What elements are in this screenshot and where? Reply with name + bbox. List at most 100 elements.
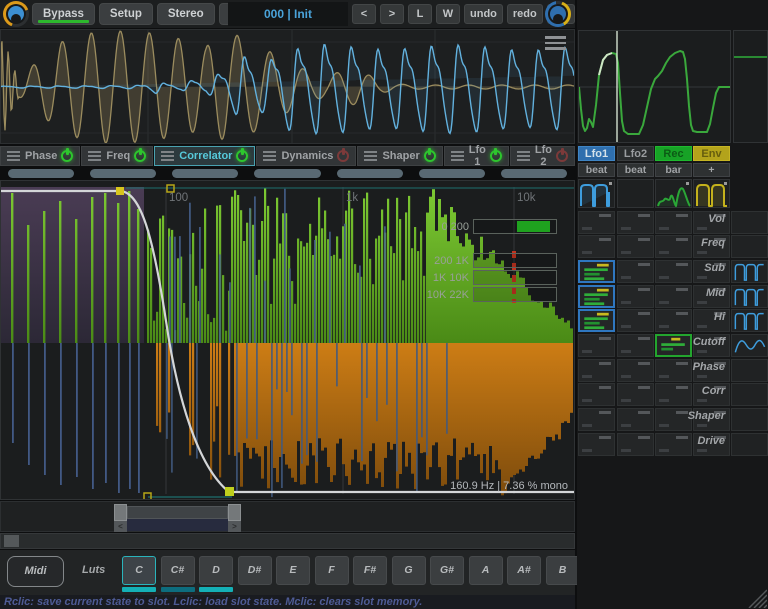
curve-handle-bottom[interactable] bbox=[225, 487, 234, 496]
sync-button-env[interactable]: + bbox=[693, 163, 730, 177]
module-slider[interactable] bbox=[337, 169, 403, 178]
midi-button[interactable]: Midi bbox=[7, 556, 64, 587]
matrix-cell-sub-0[interactable] bbox=[578, 260, 615, 283]
key-a[interactable]: A bbox=[469, 556, 503, 585]
sync-button-rec[interactable]: bar bbox=[655, 163, 692, 177]
source-tab-env[interactable]: Env bbox=[693, 146, 730, 161]
module-menu-icon[interactable] bbox=[451, 149, 464, 163]
nav-button-next[interactable]: > bbox=[380, 4, 404, 24]
module-tab-shaper[interactable]: Shaper bbox=[357, 146, 442, 166]
band-meter-box[interactable] bbox=[473, 219, 557, 234]
module-slider[interactable] bbox=[501, 169, 567, 178]
module-tab-freq[interactable]: Freq bbox=[81, 146, 153, 166]
matrix-cell-cutoff-1[interactable] bbox=[617, 334, 654, 357]
module-tab-correlator[interactable]: Correlator bbox=[154, 146, 255, 166]
preset-display[interactable]: 000 | Init bbox=[228, 2, 348, 26]
key-ds[interactable]: D# bbox=[238, 556, 272, 585]
power-icon[interactable] bbox=[424, 150, 436, 162]
luts-button[interactable]: Luts bbox=[82, 564, 112, 576]
lfo1-curve-display[interactable] bbox=[578, 30, 731, 143]
matrix-cell-mid-0[interactable] bbox=[578, 285, 615, 308]
matrix-cell-shaper-1[interactable] bbox=[617, 408, 654, 431]
matrix-cell-shaper-0[interactable] bbox=[578, 408, 615, 431]
matrix-cell-freq-3[interactable]: Freq bbox=[693, 235, 730, 258]
key-c[interactable]: C bbox=[122, 556, 156, 585]
header-button-setup[interactable]: Setup bbox=[99, 3, 153, 25]
module-menu-icon[interactable] bbox=[263, 149, 276, 163]
module-menu-icon[interactable] bbox=[517, 149, 530, 163]
matrix-cell-freq-1[interactable] bbox=[617, 235, 654, 258]
horizontal-scrollbar[interactable] bbox=[0, 533, 575, 549]
sync-button-lfo1[interactable]: beat bbox=[578, 163, 615, 177]
matrix-cell-mid-1[interactable] bbox=[617, 285, 654, 308]
key-fs[interactable]: F# bbox=[353, 556, 387, 585]
key-gs[interactable]: G# bbox=[430, 556, 464, 585]
source-thumb-env[interactable] bbox=[693, 179, 730, 208]
matrix-cell-vol-3[interactable]: Vol bbox=[693, 211, 730, 234]
matrix-cell-phase-2[interactable] bbox=[655, 359, 692, 382]
module-tab-lfo2[interactable]: Lfo 2 bbox=[510, 146, 575, 166]
band-meter-box[interactable] bbox=[473, 287, 557, 302]
matrix-cell-freq-2[interactable] bbox=[655, 235, 692, 258]
matrix-cell-cutoff-3[interactable]: Cutoff bbox=[693, 334, 730, 357]
matrix-cell-hi-3[interactable]: Hi bbox=[693, 309, 730, 332]
key-b[interactable]: B bbox=[546, 556, 580, 585]
matrix-cell-corr-1[interactable] bbox=[617, 383, 654, 406]
matrix-cell-hi-0[interactable] bbox=[578, 309, 615, 332]
module-tab-phase[interactable]: Phase bbox=[0, 146, 80, 166]
guide-handle-bottom[interactable] bbox=[144, 493, 151, 499]
curve-handle-top[interactable] bbox=[116, 187, 124, 195]
power-icon[interactable] bbox=[337, 150, 349, 162]
nav-button-undo[interactable]: undo bbox=[464, 4, 503, 24]
module-slider[interactable] bbox=[254, 169, 320, 178]
module-slider[interactable] bbox=[419, 169, 485, 178]
resize-grip-icon[interactable] bbox=[743, 584, 767, 608]
source-thumb-lfo1[interactable] bbox=[578, 179, 615, 208]
matrix-cell-freq-0[interactable] bbox=[578, 235, 615, 258]
matrix-cell-drive-2[interactable] bbox=[655, 433, 692, 456]
nav-button-redo[interactable]: redo bbox=[507, 4, 543, 24]
env-level-display[interactable] bbox=[733, 30, 768, 143]
range-selection[interactable] bbox=[127, 519, 228, 531]
module-menu-icon[interactable] bbox=[88, 149, 101, 163]
module-menu-icon[interactable] bbox=[7, 149, 20, 163]
logo-knob-icon[interactable] bbox=[3, 1, 29, 27]
power-icon[interactable] bbox=[134, 150, 146, 162]
module-menu-icon[interactable] bbox=[364, 149, 377, 163]
power-icon[interactable] bbox=[556, 150, 568, 162]
module-menu-icon[interactable] bbox=[161, 149, 174, 163]
module-tab-lfo1[interactable]: Lfo 1 bbox=[444, 146, 509, 166]
power-icon[interactable] bbox=[236, 150, 248, 162]
range-handle-left[interactable] bbox=[114, 504, 127, 521]
matrix-cell-phase-3[interactable]: Phase bbox=[693, 359, 730, 382]
matrix-cell-mid-2[interactable] bbox=[655, 285, 692, 308]
band-meter-box[interactable] bbox=[473, 253, 557, 268]
range-track[interactable] bbox=[127, 506, 228, 519]
header-button-bypass[interactable]: Bypass bbox=[32, 3, 95, 25]
module-tab-dynamics[interactable]: Dynamics bbox=[256, 146, 356, 166]
sync-button-lfo2[interactable]: beat bbox=[617, 163, 654, 177]
matrix-cell-sub-2[interactable] bbox=[655, 260, 692, 283]
source-tab-lfo2[interactable]: Lfo2 bbox=[617, 146, 654, 161]
module-slider[interactable] bbox=[172, 169, 238, 178]
matrix-cell-sub-3[interactable]: Sub bbox=[693, 260, 730, 283]
matrix-cell-cutoff-2[interactable] bbox=[655, 334, 692, 357]
matrix-cell-vol-0[interactable] bbox=[578, 211, 615, 234]
key-as[interactable]: A# bbox=[507, 556, 541, 585]
module-slider[interactable] bbox=[8, 169, 74, 178]
matrix-cell-sub-1[interactable] bbox=[617, 260, 654, 283]
matrix-cell-shaper-2[interactable] bbox=[655, 408, 692, 431]
key-g[interactable]: G bbox=[392, 556, 426, 585]
key-e[interactable]: E bbox=[276, 556, 310, 585]
power-icon[interactable] bbox=[61, 150, 73, 162]
module-slider[interactable] bbox=[90, 169, 156, 178]
matrix-cell-cutoff-0[interactable] bbox=[578, 334, 615, 357]
matrix-cell-corr-0[interactable] bbox=[578, 383, 615, 406]
matrix-cell-phase-1[interactable] bbox=[617, 359, 654, 382]
key-d[interactable]: D bbox=[199, 556, 233, 585]
range-arrow-left-icon[interactable]: < bbox=[114, 521, 127, 532]
scope-menu-icon[interactable] bbox=[545, 36, 566, 53]
key-f[interactable]: F bbox=[315, 556, 349, 585]
source-tab-rec[interactable]: Rec bbox=[655, 146, 692, 161]
correlator-spectrum-editor[interactable]: 100 1k 10k 0 200200 1K1K 10K10K 22K 160.… bbox=[0, 180, 575, 500]
